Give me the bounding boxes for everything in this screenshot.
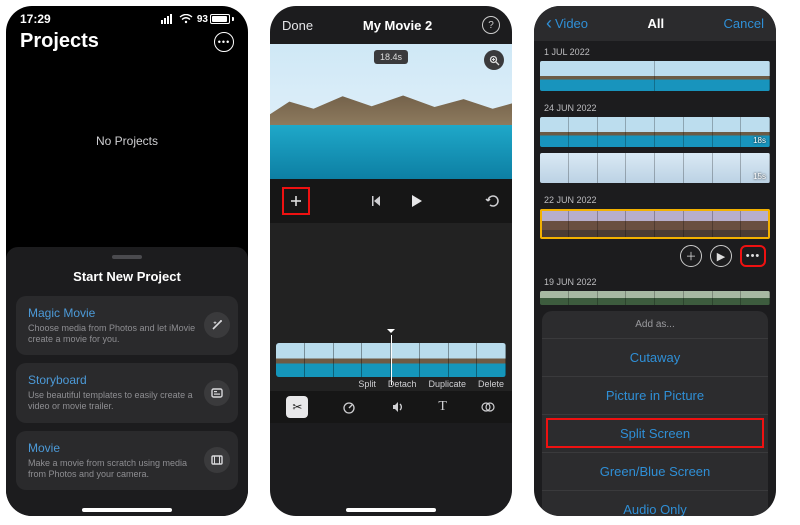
signal-icon (161, 14, 175, 24)
speed-tool[interactable] (341, 399, 357, 415)
op-delete[interactable]: Delete (478, 379, 504, 389)
titles-tool[interactable]: T (438, 399, 447, 415)
op-split[interactable]: Split (358, 379, 376, 389)
project-title: My Movie 2 (363, 18, 432, 33)
preview-clip-button[interactable]: ▶ (710, 245, 732, 267)
card-subtitle: Make a movie from scratch using media fr… (28, 458, 196, 481)
home-indicator[interactable] (82, 508, 172, 512)
screen-media-picker: Video All Cancel 1 JUL 2022 24 JUN 2022 … (534, 6, 776, 516)
done-button[interactable]: Done (282, 18, 313, 33)
film-icon (204, 447, 230, 473)
date-header: 1 JUL 2022 (534, 41, 776, 59)
option-pip[interactable]: Picture in Picture (542, 376, 768, 414)
option-green-screen[interactable]: Green/Blue Screen (542, 452, 768, 490)
undo-button[interactable] (484, 194, 500, 208)
sheet-title: Start New Project (16, 269, 238, 284)
card-storyboard[interactable]: Storyboard Use beautiful templates to ea… (16, 363, 238, 423)
video-strip[interactable]: 15s (540, 153, 770, 183)
play-button[interactable] (408, 193, 424, 209)
timeline[interactable]: Split Detach Duplicate Delete ✂ T (270, 223, 512, 423)
prev-frame-button[interactable] (370, 194, 384, 208)
filters-tool[interactable] (480, 399, 496, 415)
option-audio-only[interactable]: Audio Only (542, 490, 768, 516)
card-movie[interactable]: Movie Make a movie from scratch using me… (16, 431, 238, 491)
card-subtitle: Choose media from Photos and let iMovie … (28, 323, 196, 346)
storyboard-icon (204, 380, 230, 406)
volume-tool[interactable] (390, 399, 406, 415)
option-cutaway[interactable]: Cutaway (542, 338, 768, 376)
zoom-button[interactable] (484, 50, 504, 70)
status-bar: 17:29 93 (6, 6, 248, 28)
screen-editor: Done My Movie 2 ? 18.4s (270, 6, 512, 516)
op-detach[interactable]: Detach (388, 379, 417, 389)
duration-badge: 18s (753, 136, 766, 145)
wand-icon (204, 312, 230, 338)
status-time: 17:29 (20, 12, 51, 26)
sheet-grabber[interactable] (112, 255, 142, 259)
preview-viewport[interactable]: 18.4s (270, 44, 512, 179)
card-title: Magic Movie (28, 306, 196, 320)
page-title: Projects (20, 30, 99, 53)
sheet-header: Add as... (542, 311, 768, 338)
card-title: Storyboard (28, 373, 196, 387)
wifi-icon (179, 14, 193, 24)
new-project-sheet: Start New Project Magic Movie Choose med… (6, 247, 248, 517)
video-strip[interactable] (540, 291, 770, 305)
add-as-sheet: Add as... Cutaway Picture in Picture Spl… (542, 311, 768, 516)
op-duplicate[interactable]: Duplicate (428, 379, 466, 389)
help-button[interactable]: ? (482, 16, 500, 34)
video-strip[interactable]: 18s (540, 117, 770, 147)
card-title: Movie (28, 441, 196, 455)
more-button[interactable]: ••• (214, 32, 234, 52)
date-header: 22 JUN 2022 (534, 189, 776, 207)
time-badge: 18.4s (374, 50, 408, 64)
clip-ops: Split Detach Duplicate Delete (358, 379, 504, 389)
card-subtitle: Use beautiful templates to easily create… (28, 390, 196, 413)
video-strip[interactable] (540, 61, 770, 91)
home-indicator[interactable] (346, 508, 436, 512)
add-media-button[interactable] (282, 187, 310, 215)
date-header: 19 JUN 2022 (534, 271, 776, 289)
date-header: 24 JUN 2022 (534, 97, 776, 115)
card-magic-movie[interactable]: Magic Movie Choose media from Photos and… (16, 296, 238, 356)
empty-state: No Projects (6, 61, 248, 221)
add-clip-button[interactable]: ＋ (680, 245, 702, 267)
back-button[interactable]: Video (546, 16, 588, 31)
option-split-screen[interactable]: Split Screen (542, 414, 768, 452)
scissors-tool[interactable]: ✂ (286, 396, 308, 418)
segment-all[interactable]: All (647, 16, 664, 31)
more-options-button[interactable]: ••• (740, 245, 766, 267)
duration-badge: 15s (753, 172, 766, 181)
screen-projects: 17:29 93 Projects ••• No Projects Start (6, 6, 248, 516)
cancel-top-button[interactable]: Cancel (724, 16, 764, 31)
video-strip-selected[interactable] (540, 209, 770, 239)
battery-icon: 93 (197, 14, 234, 25)
playhead[interactable] (391, 335, 392, 385)
